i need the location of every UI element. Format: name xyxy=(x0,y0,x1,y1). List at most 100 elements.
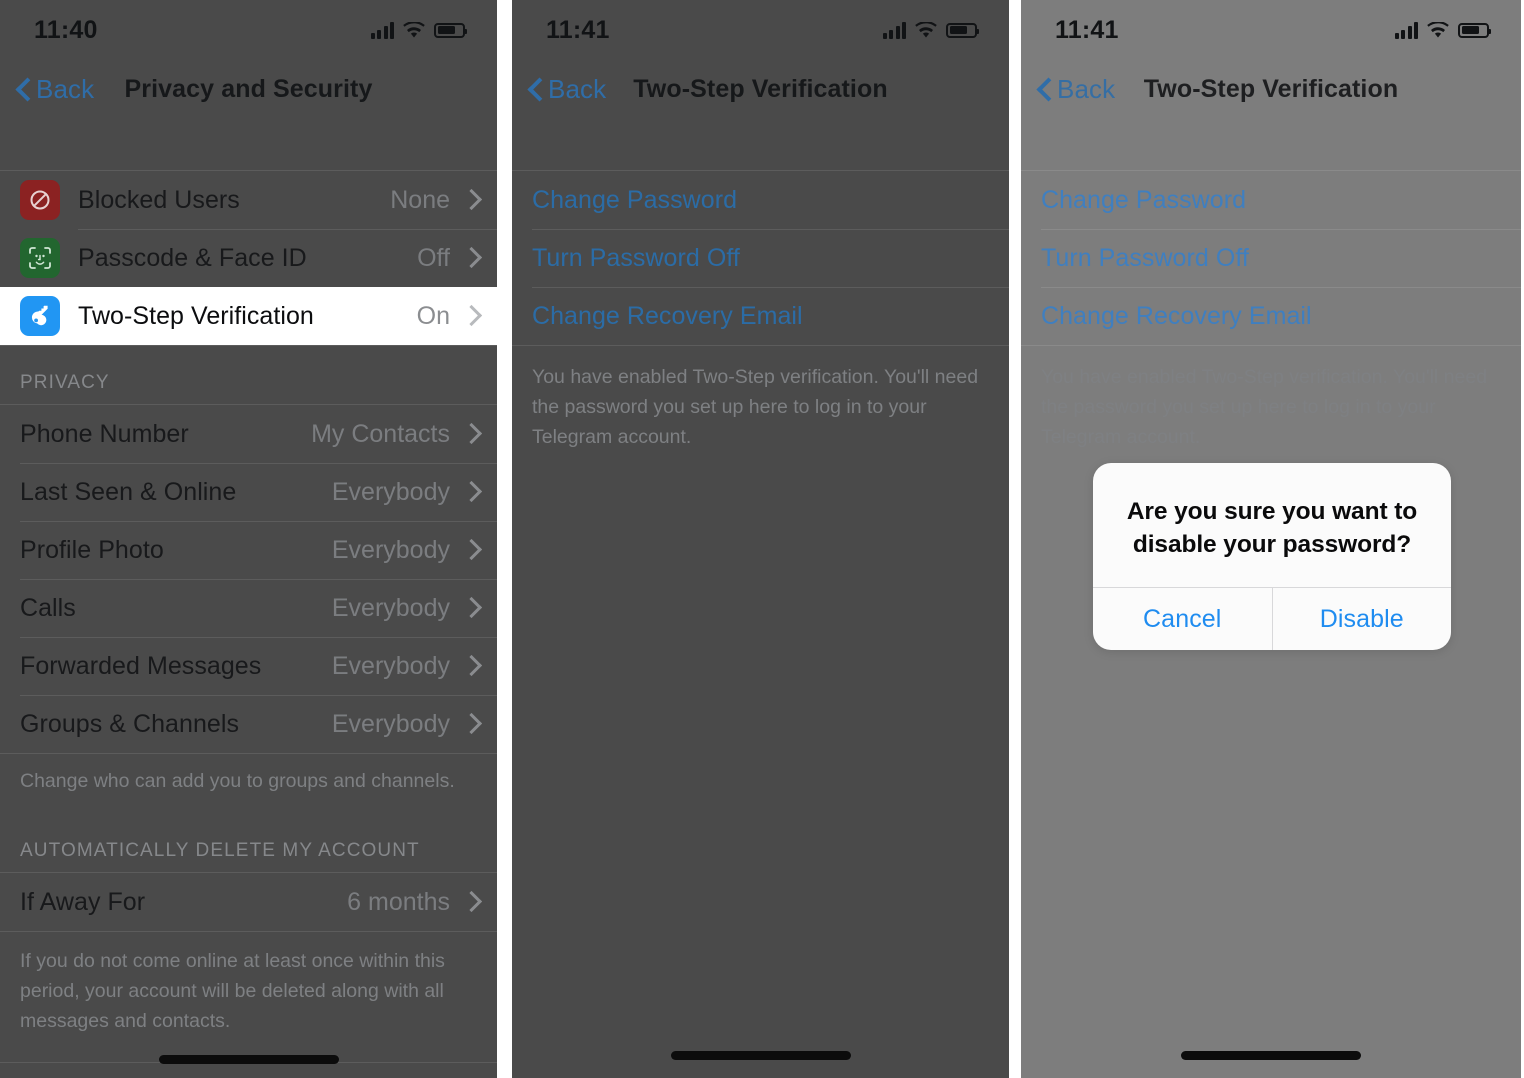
chevron-right-icon xyxy=(460,712,483,734)
settings-row-value: 6 months xyxy=(347,887,450,916)
home-indicator[interactable] xyxy=(158,1055,339,1064)
battery-icon xyxy=(434,22,467,38)
nav-bar-2: Back Two-Step Verification xyxy=(512,60,1009,118)
three-phone-screenshot-strip: 11:40 Back Privacy and Security Blocked … xyxy=(0,0,1524,1078)
back-button-label: Back xyxy=(548,73,607,104)
status-bar-time: 11:41 xyxy=(546,15,610,44)
face-id-icon xyxy=(20,238,60,278)
action-label: Change Recovery Email xyxy=(532,301,803,330)
chevron-left-icon xyxy=(16,77,30,101)
auto-delete-group: If Away For 6 months xyxy=(0,872,497,932)
key-icon xyxy=(20,296,60,336)
nav-bar-1: Back Privacy and Security xyxy=(0,60,497,118)
data-settings-group: Data Settings xyxy=(0,1062,497,1078)
security-group: Blocked Users None Passcode & Face ID Of… xyxy=(0,170,497,346)
group-divider-bottom xyxy=(0,931,497,932)
settings-row-profile-photo[interactable]: Profile Photo Everybody xyxy=(0,521,497,579)
action-label: Turn Password Off xyxy=(532,243,740,272)
settings-row-forwarded-messages[interactable]: Forwarded Messages Everybody xyxy=(0,637,497,695)
alert-actions: Cancel Disable xyxy=(1093,587,1451,650)
action-change-recovery-email[interactable]: Change Recovery Email xyxy=(512,287,1009,345)
chevron-right-icon xyxy=(460,538,483,560)
back-button-label: Back xyxy=(36,73,95,104)
settings-row-value: Everybody xyxy=(331,535,450,564)
settings-row-label: Phone Number xyxy=(20,419,189,448)
privacy-group: Phone Number My Contacts Last Seen & Onl… xyxy=(0,404,497,754)
settings-row-calls[interactable]: Calls Everybody xyxy=(0,579,497,637)
chevron-right-icon xyxy=(460,422,483,444)
settings-row-label: Groups & Channels xyxy=(20,709,240,738)
settings-row-value: Everybody xyxy=(331,477,450,506)
settings-row-label: Two-Step Verification xyxy=(78,301,314,330)
status-bar-2: 11:41 xyxy=(512,0,1009,60)
back-button[interactable]: Back xyxy=(16,74,94,105)
settings-list-1: Blocked Users None Passcode & Face ID Of… xyxy=(0,118,497,1078)
disable-button[interactable]: Disable xyxy=(1271,588,1452,650)
settings-row-groups-channels[interactable]: Groups & Channels Everybody xyxy=(0,695,497,753)
settings-row-label: Passcode & Face ID xyxy=(78,243,307,272)
phone-panel-disable-password-alert: 11:41 Back Two-Step Verification Change … xyxy=(1021,0,1521,1078)
alert-body: Are you sure you want to disable your pa… xyxy=(1093,463,1451,587)
list-top-spacer xyxy=(0,118,497,170)
chevron-right-icon xyxy=(460,304,483,326)
chevron-right-icon xyxy=(460,654,483,676)
settings-row-blocked-users[interactable]: Blocked Users None xyxy=(0,171,497,229)
action-label: Change Password xyxy=(532,185,738,214)
action-change-password[interactable]: Change Password xyxy=(512,171,1009,229)
chevron-right-icon xyxy=(460,596,483,618)
settings-row-phone-number[interactable]: Phone Number My Contacts xyxy=(0,405,497,463)
settings-row-label: Last Seen & Online xyxy=(20,477,237,506)
settings-row-label: If Away For xyxy=(20,887,146,916)
settings-row-value: On xyxy=(416,301,450,330)
status-bar-1: 11:40 xyxy=(0,0,497,60)
action-turn-password-off[interactable]: Turn Password Off xyxy=(512,229,1009,287)
settings-row-passcode-face-id[interactable]: Passcode & Face ID Off xyxy=(0,229,497,287)
group-divider-bottom xyxy=(0,753,497,754)
settings-row-value: Everybody xyxy=(331,593,450,622)
settings-row-last-seen-online[interactable]: Last Seen & Online Everybody xyxy=(0,463,497,521)
section-header-auto-delete: AUTOMATICALLY DELETE MY ACCOUNT xyxy=(20,840,420,861)
two-step-actions-group: Change Password Turn Password Off Change… xyxy=(512,170,1009,346)
settings-row-value: Off xyxy=(417,243,450,272)
settings-row-data-settings[interactable]: Data Settings xyxy=(0,1063,497,1078)
list-top-spacer xyxy=(512,118,1009,170)
blocked-users-icon xyxy=(20,180,60,220)
status-bar-indicators xyxy=(882,21,979,39)
chevron-left-icon xyxy=(528,77,542,101)
back-button[interactable]: Back xyxy=(528,74,606,105)
wifi-icon xyxy=(403,21,425,39)
cellular-bars-icon xyxy=(370,21,394,39)
section-header-privacy: PRIVACY xyxy=(20,372,110,393)
settings-row-value: Everybody xyxy=(331,651,450,680)
chevron-right-icon xyxy=(460,188,483,210)
panel-gap-2 xyxy=(1009,0,1021,1078)
settings-row-label: Calls xyxy=(20,593,76,622)
home-indicator[interactable] xyxy=(670,1051,851,1060)
settings-row-value: My Contacts xyxy=(311,419,450,448)
settings-row-if-away-for[interactable]: If Away For 6 months xyxy=(0,873,497,931)
battery-icon xyxy=(946,22,979,38)
group-divider-bottom xyxy=(0,345,497,346)
settings-row-two-step-verification[interactable]: Two-Step Verification On xyxy=(0,287,497,345)
chevron-right-icon xyxy=(460,246,483,268)
privacy-footnote: Change who can add you to groups and cha… xyxy=(20,770,455,792)
phone-panel-two-step-verification: 11:41 Back Two-Step Verification Change … xyxy=(512,0,1009,1078)
chevron-right-icon xyxy=(460,890,483,912)
group-divider-bottom xyxy=(512,345,1009,346)
chevron-right-icon xyxy=(460,480,483,502)
alert-title: Are you sure you want to disable your pa… xyxy=(1126,498,1418,558)
settings-row-label: Profile Photo xyxy=(20,535,164,564)
status-bar-indicators xyxy=(370,21,467,39)
settings-row-value: None xyxy=(390,185,450,214)
screen-1: 11:40 Back Privacy and Security Blocked … xyxy=(0,0,497,1078)
settings-row-label: Forwarded Messages xyxy=(20,651,262,680)
wifi-icon xyxy=(915,21,937,39)
settings-list-2: Change Password Turn Password Off Change… xyxy=(512,118,1009,452)
settings-row-label: Blocked Users xyxy=(78,185,240,214)
panel-gap-1 xyxy=(497,0,512,1078)
status-bar-time: 11:40 xyxy=(34,15,98,44)
disable-password-alert: Are you sure you want to disable your pa… xyxy=(1093,463,1451,650)
cancel-button[interactable]: Cancel xyxy=(1093,588,1272,650)
phone-panel-privacy-and-security: 11:40 Back Privacy and Security Blocked … xyxy=(0,0,497,1078)
cellular-bars-icon xyxy=(882,21,906,39)
